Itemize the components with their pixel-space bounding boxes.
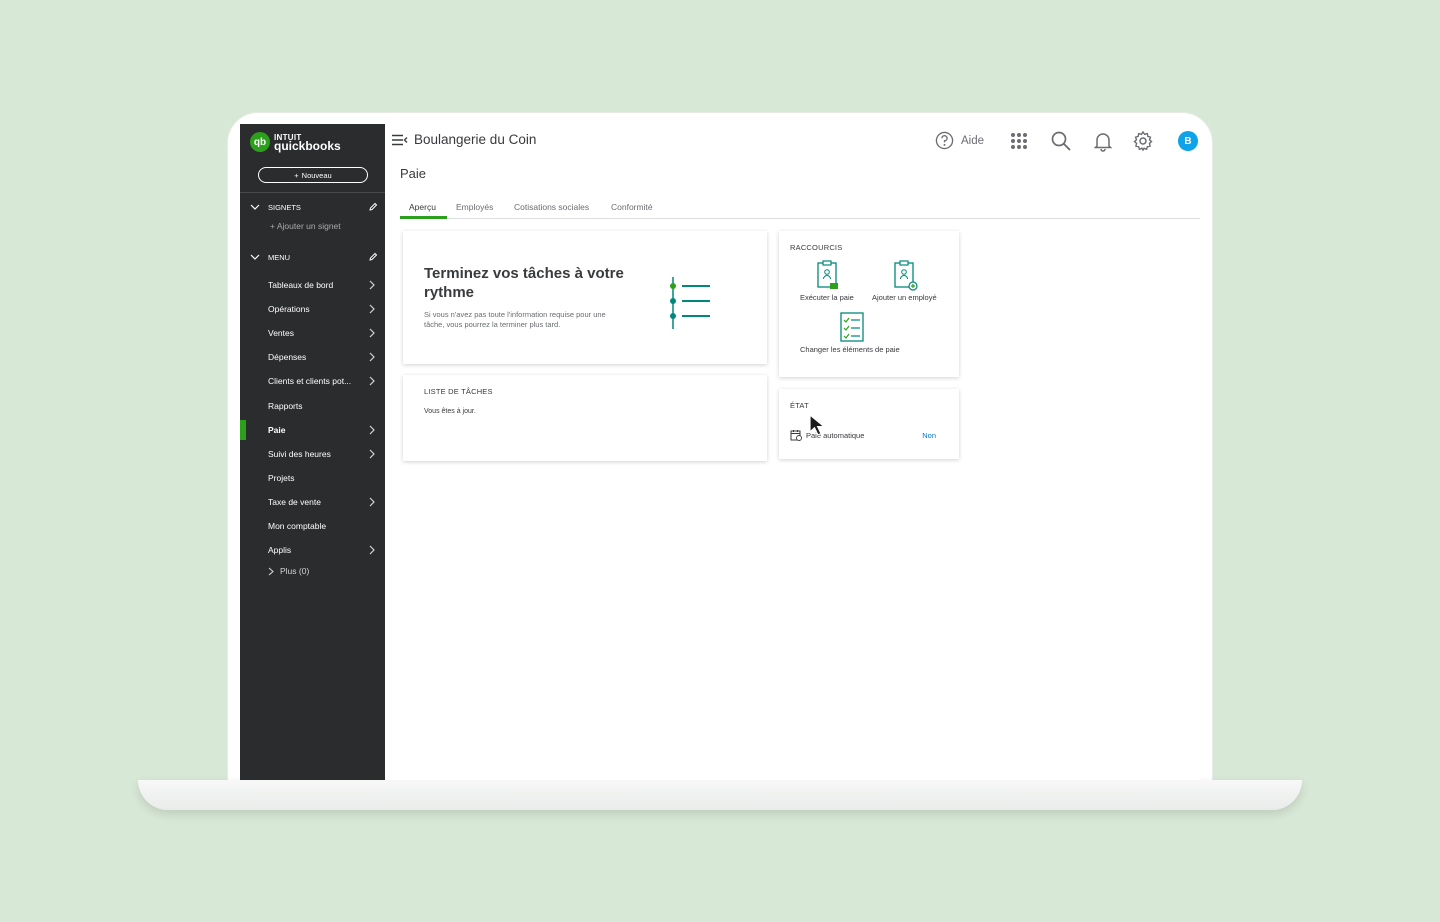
new-button[interactable]: + Nouveau bbox=[258, 167, 368, 183]
task-card-title: Terminez vos tâches à votre rythme bbox=[424, 265, 624, 301]
sidebar-item-taxe-de-vente[interactable]: Taxe de vente bbox=[240, 492, 385, 512]
page-title: Paie bbox=[400, 166, 427, 181]
sidebar-item-ventes[interactable]: Ventes bbox=[240, 323, 385, 343]
shortcuts-header: RACCOURCIS bbox=[790, 243, 843, 252]
tab-employes[interactable]: Employés bbox=[456, 202, 493, 212]
checklist-illustration-icon bbox=[670, 277, 710, 329]
plus-icon: + bbox=[294, 170, 299, 180]
add-bookmark-label: Ajouter un signet bbox=[276, 221, 341, 231]
user-avatar[interactable]: B bbox=[1178, 131, 1198, 151]
payroll-items-label: Changer les éléments de paie bbox=[800, 345, 900, 354]
active-tab-indicator bbox=[400, 216, 447, 219]
chevron-right-icon bbox=[369, 545, 375, 555]
tab-cotisations-sociales[interactable]: Cotisations sociales bbox=[514, 202, 589, 212]
chevron-down-icon bbox=[250, 254, 260, 260]
sidebar-item-rapports[interactable]: Rapports bbox=[240, 396, 385, 416]
chevron-right-icon bbox=[369, 497, 375, 507]
edit-bookmarks-pencil-icon[interactable] bbox=[368, 202, 378, 212]
logo-product-text: quickbooks bbox=[274, 139, 341, 153]
payroll-items-icon bbox=[840, 312, 864, 342]
bookmarks-header-label: SIGNETS bbox=[268, 202, 301, 212]
apps-grid-icon[interactable] bbox=[1008, 130, 1030, 152]
sidebar-item-label: Mon comptable bbox=[268, 521, 327, 531]
chevron-right-icon bbox=[369, 425, 375, 435]
run-payroll-shortcut[interactable]: Exécuter la paie bbox=[800, 259, 854, 302]
chevron-right-icon bbox=[369, 280, 375, 290]
chevron-right-icon bbox=[369, 328, 375, 338]
sidebar-item-label: Applis bbox=[268, 545, 292, 555]
help-icon bbox=[935, 131, 954, 150]
chevron-right-icon bbox=[369, 376, 375, 386]
task-list-note: Vous êtes à jour. bbox=[424, 408, 476, 415]
task-list-header: LISTE DE TÂCHES bbox=[424, 387, 493, 396]
sidebar-item-paie[interactable]: Paie bbox=[240, 420, 385, 440]
sidebar-item-label: Dépenses bbox=[268, 352, 307, 362]
status-card: ÉTAT Paie automatique Non bbox=[779, 389, 959, 459]
chevron-down-icon bbox=[250, 204, 260, 210]
chevron-right-icon bbox=[369, 304, 375, 314]
task-rhythm-card: Terminez vos tâches à votre rythme Si vo… bbox=[403, 231, 767, 364]
search-icon[interactable] bbox=[1050, 130, 1072, 152]
status-header: ÉTAT bbox=[790, 401, 809, 410]
run-payroll-label: Exécuter la paie bbox=[800, 293, 854, 302]
qb-logo-icon: qb bbox=[250, 132, 270, 152]
add-employee-icon bbox=[894, 260, 918, 291]
run-payroll-icon bbox=[817, 260, 838, 289]
sidebar-item-label: Paie bbox=[268, 425, 286, 435]
company-name[interactable]: Boulangerie du Coin bbox=[414, 132, 536, 147]
sidebar-item-projets[interactable]: Projets bbox=[240, 468, 385, 488]
more-items-label: Plus (0) bbox=[280, 566, 310, 576]
sidebar-item-clients-et-clients-pot[interactable]: Clients et clients pot... bbox=[240, 371, 385, 391]
task-card-description: Si vous n'avez pas toute l'information r… bbox=[424, 310, 606, 329]
help-button[interactable]: Aide bbox=[935, 131, 984, 150]
chevron-right-icon bbox=[369, 449, 375, 459]
more-items[interactable]: Plus (0) bbox=[268, 566, 309, 576]
payroll-items-shortcut[interactable]: Changer les éléments de paie bbox=[800, 311, 900, 354]
sidebar-item-applis[interactable]: Applis bbox=[240, 540, 385, 560]
add-bookmark-link[interactable]: + Ajouter un signet bbox=[270, 221, 341, 231]
sidebar-item-label: Taxe de vente bbox=[268, 497, 321, 507]
app-screen: qb INTUIT quickbooks + Nouveau SIGNETS +… bbox=[240, 124, 1200, 780]
menu-header[interactable]: MENU bbox=[250, 252, 378, 262]
menu-header-label: MENU bbox=[268, 252, 291, 262]
sidebar-item-label: Tableaux de bord bbox=[268, 280, 334, 290]
gear-icon[interactable] bbox=[1132, 130, 1154, 152]
task-list-card: LISTE DE TÂCHES Vous êtes à jour. bbox=[403, 375, 767, 461]
bookmarks-header[interactable]: SIGNETS bbox=[250, 202, 378, 212]
auto-payroll-value-link[interactable]: Non bbox=[922, 431, 936, 440]
quickbooks-logo[interactable]: qb INTUIT quickbooks bbox=[250, 132, 341, 152]
chevron-right-icon bbox=[268, 567, 274, 575]
laptop-base bbox=[138, 780, 1302, 810]
sidebar-item-suivi-des-heures[interactable]: Suivi des heures bbox=[240, 444, 385, 464]
sidebar-item-depenses[interactable]: Dépenses bbox=[240, 347, 385, 367]
bell-icon[interactable] bbox=[1092, 130, 1114, 152]
sidebar-item-label: Clients et clients pot... bbox=[268, 376, 352, 386]
sidebar-item-label: Suivi des heures bbox=[268, 449, 331, 459]
sidebar-item-label: Rapports bbox=[268, 401, 303, 411]
sidebar-item-operations[interactable]: Opérations bbox=[240, 299, 385, 319]
chevron-right-icon bbox=[369, 352, 375, 362]
sidebar-divider bbox=[240, 192, 385, 193]
menu-collapse-icon[interactable] bbox=[392, 134, 408, 146]
add-employee-label: Ajouter un employé bbox=[872, 293, 937, 302]
shortcuts-card: RACCOURCIS Exécuter la paie Ajouter un e… bbox=[779, 231, 959, 377]
tab-apercu[interactable]: Aperçu bbox=[409, 202, 436, 212]
sidebar-item-tableaux-de-bord[interactable]: Tableaux de bord bbox=[240, 275, 385, 295]
help-label: Aide bbox=[961, 134, 985, 147]
tab-bar: Aperçu Employés Cotisations sociales Con… bbox=[400, 200, 1200, 219]
sidebar-item-label: Ventes bbox=[268, 328, 294, 338]
new-button-label: Nouveau bbox=[301, 170, 332, 180]
tab-conformite[interactable]: Conformité bbox=[611, 202, 653, 212]
add-employee-shortcut[interactable]: Ajouter un employé bbox=[872, 259, 937, 302]
sidebar: qb INTUIT quickbooks + Nouveau SIGNETS +… bbox=[240, 124, 385, 780]
sidebar-item-mon-comptable[interactable]: Mon comptable bbox=[240, 516, 385, 536]
sidebar-item-label: Projets bbox=[268, 473, 295, 483]
sidebar-item-label: Opérations bbox=[268, 304, 310, 314]
mouse-cursor-icon bbox=[809, 413, 826, 436]
calendar-icon bbox=[790, 430, 802, 441]
edit-menu-pencil-icon[interactable] bbox=[368, 252, 378, 262]
top-bar: Boulangerie du Coin Aide B bbox=[385, 124, 1200, 158]
